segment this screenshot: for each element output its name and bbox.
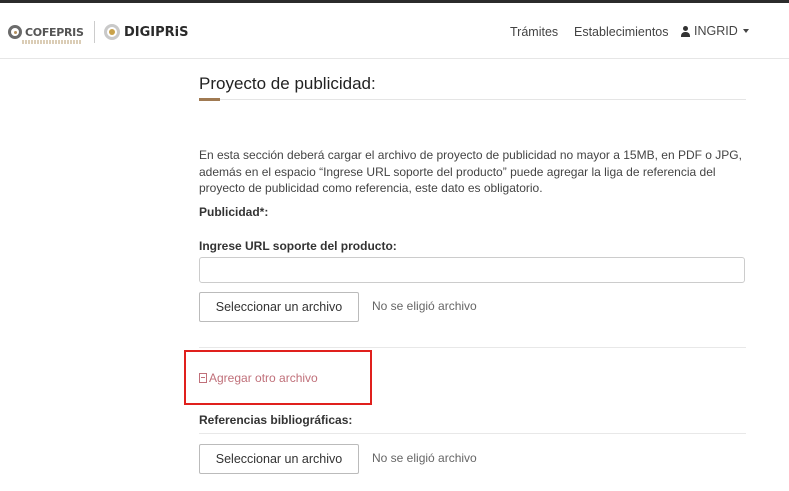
- file-status-text: No se eligió archivo: [372, 299, 477, 313]
- nav-tramites[interactable]: Trámites: [510, 25, 558, 39]
- title-accent-bar: [199, 98, 220, 101]
- user-name: INGRID: [694, 24, 738, 38]
- digipris-logo-text: DIGIPRiS: [124, 24, 189, 40]
- brand-divider: [94, 21, 95, 43]
- digipris-logo[interactable]: DIGIPRiS: [104, 24, 189, 40]
- cofepris-logo-tagline: [22, 40, 82, 44]
- select-file-button-referencias[interactable]: Seleccionar un archivo: [199, 444, 359, 474]
- user-menu[interactable]: INGRID: [680, 24, 749, 38]
- cofepris-emblem-icon: [8, 25, 22, 39]
- user-icon: [680, 25, 691, 37]
- file-status-text-referencias: No se eligió archivo: [372, 451, 477, 465]
- digipris-emblem-icon: [104, 24, 120, 40]
- top-navbar: COFEPRIS DIGIPRiS Trámites Establecimien…: [0, 3, 789, 59]
- url-label: Ingrese URL soporte del producto:: [199, 239, 397, 253]
- referencias-label: Referencias bibliográficas:: [199, 413, 353, 427]
- caret-down-icon: [742, 29, 749, 33]
- title-divider: [199, 99, 746, 100]
- page-title: Proyecto de publicidad:: [199, 74, 376, 93]
- highlight-box: [184, 350, 372, 405]
- publicidad-label: Publicidad*:: [199, 205, 269, 219]
- select-file-button[interactable]: Seleccionar un archivo: [199, 292, 359, 322]
- url-input[interactable]: [199, 257, 745, 283]
- cofepris-logo-text: COFEPRIS: [25, 25, 84, 39]
- referencias-divider: [199, 433, 746, 434]
- section-divider: [199, 347, 746, 348]
- nav-establecimientos[interactable]: Establecimientos: [574, 25, 669, 39]
- section-description: En esta sección deberá cargar el archivo…: [199, 148, 742, 195]
- cofepris-logo[interactable]: COFEPRIS: [8, 25, 84, 39]
